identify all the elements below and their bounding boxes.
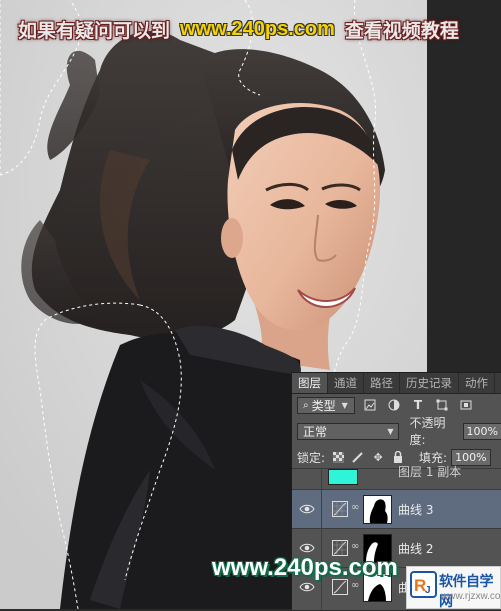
banner-text-right: 查看视频教程 <box>344 19 459 42</box>
tab-channels[interactable]: 通道 <box>328 373 364 393</box>
lock-transparent-icon[interactable] <box>331 450 345 464</box>
visibility-divider <box>321 490 322 528</box>
pixel-filter-icon[interactable] <box>361 396 379 414</box>
curves-adjustment-icon <box>332 501 348 517</box>
blend-row: 正常 ▼ 不透明度: 100% <box>292 416 501 447</box>
lock-label: 锁定: <box>297 450 326 465</box>
opacity-input[interactable]: 100% <box>462 422 501 440</box>
layer-name: 图层 1 副本 <box>398 465 462 479</box>
filter-kind-label: 类型 <box>311 398 336 413</box>
layer-filter-row: ⌕ 类型 ▼ T <box>292 393 501 417</box>
cyan-fill-thumb <box>329 470 357 484</box>
link-icon: ∞ <box>351 502 360 513</box>
svg-text:J: J <box>425 585 431 596</box>
layer-mask-thumbnail[interactable] <box>363 495 392 524</box>
lock-row: 锁定: ✥ 填充: 100% <box>292 446 501 469</box>
eye-icon[interactable] <box>299 581 315 593</box>
panel-tabbar: 图层 通道 路径 历史记录 动作 <box>292 373 501 394</box>
blend-mode-value: 正常 <box>303 424 328 439</box>
layer-thumbnail <box>328 469 358 485</box>
tab-history[interactable]: 历史记录 <box>400 373 459 393</box>
tab-layers[interactable]: 图层 <box>292 373 328 393</box>
link-icon: ∞ <box>351 541 360 552</box>
chevron-down-icon: ▼ <box>387 426 394 436</box>
tab-paths[interactable]: 路径 <box>364 373 400 393</box>
banner-text-left: 如果有疑问可以到 <box>18 19 171 42</box>
layer-row-selected[interactable]: ∞ 曲线 3 <box>292 490 501 529</box>
visibility-divider <box>321 469 322 489</box>
site-watermark: www.240ps.com <box>212 554 398 581</box>
lock-position-icon[interactable]: ✥ <box>371 450 385 464</box>
adjustment-filter-icon[interactable] <box>385 396 403 414</box>
lock-all-icon[interactable] <box>391 450 405 464</box>
banner-url: www.240ps.com <box>180 17 335 40</box>
layer-row[interactable]: 图层 1 副本 <box>292 465 501 490</box>
layer-name: 曲线 2 <box>398 542 434 556</box>
logo-url: www.rjzxw.com <box>441 591 501 602</box>
rjzxw-logo-icon: R J <box>410 571 437 598</box>
chevron-down-icon: ▼ <box>341 400 348 410</box>
eye-icon[interactable] <box>299 542 315 554</box>
eye-icon[interactable] <box>299 503 315 515</box>
lock-pixels-icon[interactable] <box>351 450 365 464</box>
layer-name: 曲线 3 <box>398 503 434 517</box>
blend-mode-dropdown[interactable]: 正常 ▼ <box>297 422 400 440</box>
tab-actions[interactable]: 动作 <box>459 373 495 393</box>
opacity-label: 不透明度: <box>409 416 446 447</box>
smart-object-filter-icon[interactable] <box>457 396 475 414</box>
type-filter-icon[interactable]: T <box>409 396 427 414</box>
workspace-background <box>427 0 501 372</box>
tutorial-banner: 如果有疑问可以到 www.240ps.com 查看视频教程 <box>0 14 501 44</box>
filter-kind-dropdown[interactable]: ⌕ 类型 ▼ <box>297 396 355 414</box>
shape-filter-icon[interactable] <box>433 396 451 414</box>
rjzxw-logo: R J 软件自学网 www.rjzxw.com <box>406 566 501 610</box>
search-icon: ⌕ <box>303 399 309 411</box>
